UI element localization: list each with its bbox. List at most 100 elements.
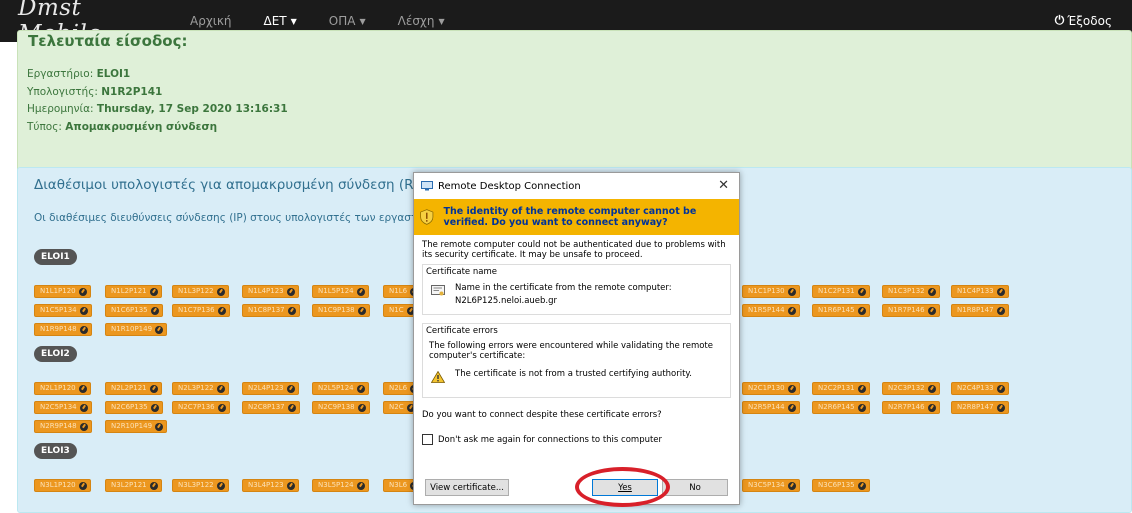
nav-item-club[interactable]: Λέσχη ▼ bbox=[398, 14, 445, 28]
computer-connect-button[interactable]: N1L5P124 bbox=[312, 285, 369, 298]
computer-connect-button[interactable]: N2C8P137 bbox=[242, 401, 300, 414]
computer-name: N3L5P124 bbox=[318, 481, 354, 489]
no-button[interactable]: No bbox=[662, 479, 728, 496]
connect-icon bbox=[155, 325, 164, 334]
computer-connect-button[interactable]: N3L1P120 bbox=[34, 479, 91, 492]
lab-label: ELOI1 bbox=[34, 249, 77, 265]
computer-connect-button[interactable]: N1C8P137 bbox=[242, 304, 300, 317]
computer-name: N1C2P131 bbox=[818, 287, 855, 295]
computer-name: N2C9P138 bbox=[318, 403, 355, 411]
nav-item-label: ΟΠΑ bbox=[328, 14, 356, 28]
dont-ask-checkbox-row[interactable]: Don't ask me again for connections to th… bbox=[422, 434, 731, 445]
connect-icon bbox=[357, 403, 366, 412]
computer-connect-button[interactable]: N1C9P138 bbox=[312, 304, 370, 317]
nav-item-det[interactable]: ΔΕΤ ▼ bbox=[264, 14, 297, 28]
connect-icon bbox=[78, 481, 87, 490]
highlight-oval bbox=[575, 467, 670, 507]
computer-connect-button[interactable]: N1C5P134 bbox=[34, 304, 92, 317]
computer-connect-button[interactable]: N3C6P135 bbox=[812, 479, 870, 492]
computer-name: N1L2P121 bbox=[111, 287, 147, 295]
computer-name: N1L5P124 bbox=[318, 287, 354, 295]
computer-connect-button[interactable]: N2C9P138 bbox=[312, 401, 370, 414]
logout-link[interactable]: ⏻ Έξοδος bbox=[1055, 13, 1112, 28]
computer-connect-button[interactable]: N2L4P123 bbox=[242, 382, 299, 395]
computer-connect-button[interactable]: N3L4P123 bbox=[242, 479, 299, 492]
remote-desktop-icon bbox=[421, 181, 433, 191]
computer-connect-button[interactable]: N1L1P120 bbox=[34, 285, 91, 298]
last-login-details: Εργαστήριο: ELOI1 Υπολογιστής: N1R2P141 … bbox=[27, 66, 288, 136]
computer-name: N1R8P147 bbox=[957, 306, 994, 314]
computer-connect-button[interactable]: N2C6P135 bbox=[105, 401, 163, 414]
computer-connect-button[interactable]: N2L3P122 bbox=[172, 382, 229, 395]
computer-connect-button[interactable]: N2L5P124 bbox=[312, 382, 369, 395]
computer-connect-button[interactable]: N1R7P146 bbox=[882, 304, 940, 317]
computer-connect-button[interactable]: N1L2P121 bbox=[105, 285, 162, 298]
computer-connect-button[interactable]: N1L4P123 bbox=[242, 285, 299, 298]
available-subtitle: Οι διαθέσιμες διευθύνσεις σύνδεσης (IP) … bbox=[34, 212, 418, 224]
computer-connect-button[interactable]: N2R10P149 bbox=[105, 420, 168, 433]
dont-ask-label: Don't ask me again for connections to th… bbox=[438, 434, 663, 445]
computer-connect-button[interactable]: N2L1P120 bbox=[34, 382, 91, 395]
computer-connect-button[interactable]: N1C2P131 bbox=[812, 285, 870, 298]
close-icon[interactable]: ✕ bbox=[718, 178, 729, 193]
caret-down-icon: ▼ bbox=[438, 16, 445, 26]
computer-connect-button[interactable]: N1C7P136 bbox=[172, 304, 230, 317]
connect-icon bbox=[357, 306, 366, 315]
lab-label: ELOI3 bbox=[34, 443, 77, 459]
connect-icon bbox=[356, 287, 365, 296]
last-login-type: Τύπος: Απομακρυσμένη σύνδεση bbox=[27, 120, 218, 133]
nav-item-opa[interactable]: ΟΠΑ ▼ bbox=[329, 14, 366, 28]
computer-connect-button[interactable]: N2C3P132 bbox=[882, 382, 940, 395]
computer-connect-button[interactable]: N1C4P133 bbox=[951, 285, 1009, 298]
computer-connect-button[interactable]: N2C5P134 bbox=[34, 401, 92, 414]
computer-connect-button[interactable]: N2R6P145 bbox=[812, 401, 870, 414]
computer-name: N2C2P131 bbox=[818, 384, 855, 392]
computer-connect-button[interactable]: N2C2P131 bbox=[812, 382, 870, 395]
caret-down-icon: ▼ bbox=[290, 16, 297, 26]
computer-name: N1R10P149 bbox=[111, 325, 153, 333]
computer-connect-button[interactable]: N2L2P121 bbox=[105, 382, 162, 395]
connect-icon bbox=[217, 306, 226, 315]
computer-name: N2R7P146 bbox=[888, 403, 925, 411]
computer-connect-button[interactable]: N3L2P121 bbox=[105, 479, 162, 492]
computer-name: N1L4P123 bbox=[248, 287, 284, 295]
computer-connect-button[interactable]: N2R9P148 bbox=[34, 420, 92, 433]
computer-connect-button[interactable]: N3L3P122 bbox=[172, 479, 229, 492]
connect-icon bbox=[150, 403, 159, 412]
computer-connect-button[interactable]: N3L5P124 bbox=[312, 479, 369, 492]
dialog-body: The remote computer could not be authent… bbox=[414, 235, 739, 450]
dont-ask-checkbox[interactable] bbox=[422, 434, 433, 445]
connect-icon bbox=[787, 306, 796, 315]
connect-icon bbox=[286, 481, 295, 490]
computer-connect-button[interactable]: N3C5P134 bbox=[742, 479, 800, 492]
computer-connect-button[interactable]: N1L3P122 bbox=[172, 285, 229, 298]
cert-errors-group: Certificate errors The following errors … bbox=[422, 323, 731, 398]
connect-icon bbox=[857, 481, 866, 490]
dialog-titlebar[interactable]: Remote Desktop Connection ✕ bbox=[414, 173, 739, 199]
lab-label: ELOI2 bbox=[34, 346, 77, 362]
nav-item-home[interactable]: Αρχική bbox=[190, 14, 232, 28]
computer-connect-button[interactable]: N1R6P145 bbox=[812, 304, 870, 317]
nav-item-label: Λέσχη bbox=[397, 14, 435, 28]
computer-connect-button[interactable]: N2R5P144 bbox=[742, 401, 800, 414]
computer-connect-button[interactable]: N2R8P147 bbox=[951, 401, 1009, 414]
computer-connect-button[interactable]: N2C4P133 bbox=[951, 382, 1009, 395]
connect-icon bbox=[996, 306, 1005, 315]
computer-name: N2R10P149 bbox=[111, 422, 153, 430]
view-certificate-button[interactable]: View certificate... bbox=[425, 479, 509, 496]
computer-connect-button[interactable]: N1R9P148 bbox=[34, 323, 92, 336]
computer-connect-button[interactable]: N1R10P149 bbox=[105, 323, 168, 336]
computer-connect-button[interactable]: N1C1P130 bbox=[742, 285, 800, 298]
computer-name: N2C bbox=[389, 403, 404, 411]
cert-error-row: The certificate is not from a trusted ce… bbox=[423, 361, 730, 397]
computer-connect-button[interactable]: N1R5P144 bbox=[742, 304, 800, 317]
cert-name-group: Certificate name Name in the certificate… bbox=[422, 264, 731, 315]
computer-name: N3L6 bbox=[389, 481, 408, 489]
computer-connect-button[interactable]: N2R7P146 bbox=[882, 401, 940, 414]
computer-connect-button[interactable]: N1C6P135 bbox=[105, 304, 163, 317]
computer-connect-button[interactable]: N1C3P132 bbox=[882, 285, 940, 298]
computer-connect-button[interactable]: N2C7P136 bbox=[172, 401, 230, 414]
computer-connect-button[interactable]: N2C1P130 bbox=[742, 382, 800, 395]
connect-icon bbox=[857, 403, 866, 412]
computer-connect-button[interactable]: N1R8P147 bbox=[951, 304, 1009, 317]
